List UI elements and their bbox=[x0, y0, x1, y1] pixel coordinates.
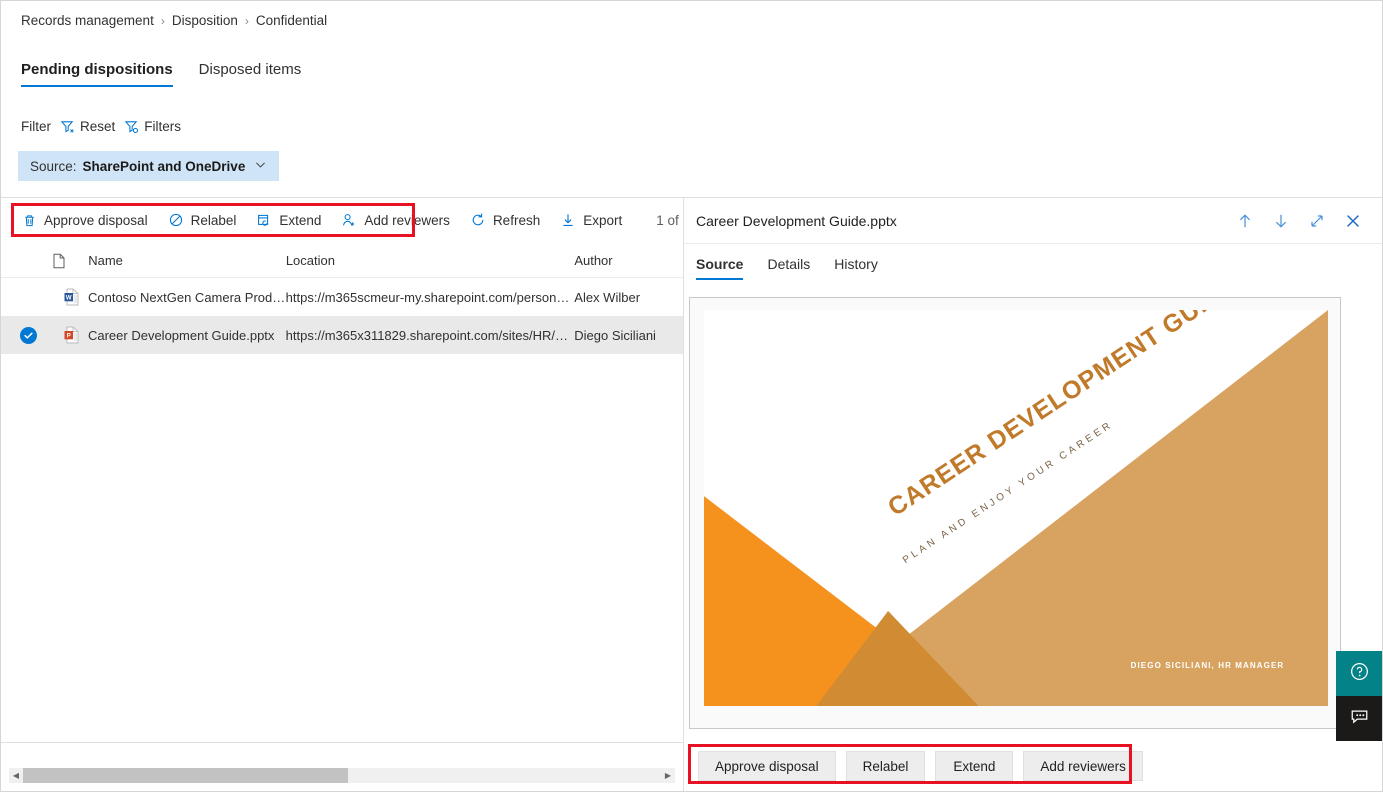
tab-disposed-items[interactable]: Disposed items bbox=[199, 61, 302, 87]
refresh-label: Refresh bbox=[492, 212, 541, 228]
add-reviewers-label: Add reviewers bbox=[364, 212, 450, 228]
previous-item-button[interactable] bbox=[1234, 210, 1256, 232]
detail-panel-footer: Approve disposal Relabel Extend Add revi… bbox=[698, 751, 1143, 781]
breadcrumb-separator-icon: › bbox=[160, 13, 165, 28]
file-name[interactable]: Contoso NextGen Camera Product Pla... bbox=[88, 290, 286, 305]
column-header-name[interactable]: Name bbox=[88, 253, 286, 268]
close-icon[interactable] bbox=[1342, 210, 1364, 232]
main-tab-bar: Pending dispositions Disposed items bbox=[21, 61, 301, 87]
approve-disposal-label: Approve disposal bbox=[44, 212, 148, 228]
extend-button[interactable]: Extend bbox=[935, 751, 1014, 781]
scroll-left-arrow-icon[interactable]: ◀ bbox=[9, 771, 23, 780]
breadcrumb-item-records-management[interactable]: Records management bbox=[21, 13, 154, 28]
table-row[interactable]: P Career Development Guide.pptx https://… bbox=[1, 316, 683, 354]
scrollbar-thumb[interactable] bbox=[23, 768, 349, 783]
filter-label: Filter bbox=[21, 119, 51, 134]
horizontal-scrollbar[interactable]: ◀ ▶ bbox=[9, 768, 675, 783]
checkmark-icon bbox=[19, 326, 37, 344]
refresh-button[interactable]: Refresh bbox=[460, 206, 550, 234]
relabel-button[interactable]: Relabel bbox=[845, 751, 926, 781]
row-checkbox[interactable] bbox=[1, 326, 55, 344]
approve-disposal-button[interactable]: Approve disposal bbox=[698, 751, 836, 781]
tab-pending-dispositions[interactable]: Pending dispositions bbox=[21, 61, 173, 87]
source-filter-dropdown[interactable]: Source: SharePoint and OneDrive bbox=[18, 151, 280, 181]
table-header-row: Name Location Author bbox=[1, 244, 683, 278]
detail-panel-tab-bar: Source Details History bbox=[696, 256, 1382, 280]
table-row[interactable]: W Contoso NextGen Camera Product Pla... … bbox=[1, 278, 683, 316]
command-bar: Approve disposal Relabel Extend Add revi… bbox=[15, 206, 744, 234]
column-header-location[interactable]: Location bbox=[286, 253, 575, 268]
next-item-button[interactable] bbox=[1270, 210, 1292, 232]
document-icon bbox=[1, 253, 88, 269]
relabel-button[interactable]: Relabel bbox=[158, 206, 247, 234]
file-author: Alex Wilber bbox=[574, 289, 641, 305]
tab-details[interactable]: Details bbox=[767, 256, 810, 280]
funnel-x-icon bbox=[60, 119, 75, 134]
dispositions-table: Name Location Author W Contoso NextGen C… bbox=[1, 244, 683, 759]
file-name[interactable]: Career Development Guide.pptx bbox=[88, 328, 286, 343]
export-label: Export bbox=[583, 212, 623, 228]
scrollbar-track[interactable] bbox=[23, 768, 661, 783]
breadcrumb-item-confidential[interactable]: Confidential bbox=[256, 13, 327, 28]
reset-filter-button[interactable]: Reset bbox=[60, 119, 115, 134]
funnel-gear-icon bbox=[124, 119, 139, 134]
tag-slash-icon bbox=[168, 212, 184, 228]
filter-bar: Filter Reset Filters bbox=[21, 119, 181, 134]
calendar-refresh-icon bbox=[256, 212, 272, 228]
word-document-icon: W bbox=[55, 288, 88, 306]
reset-label: Reset bbox=[80, 119, 116, 134]
breadcrumb-separator-icon: › bbox=[244, 13, 249, 28]
slide-author-line: DIEGO SICILIANI, HR MANAGER bbox=[1130, 661, 1285, 671]
file-location: https://m365scmeur-my.sharepoint.com/per… bbox=[285, 289, 575, 305]
scroll-right-arrow-icon[interactable]: ▶ bbox=[661, 771, 675, 780]
detail-panel-title: Career Development Guide.pptx bbox=[696, 212, 897, 229]
feedback-chat-icon bbox=[1349, 706, 1370, 732]
help-question-icon bbox=[1349, 661, 1370, 687]
chevron-down-icon bbox=[254, 158, 267, 174]
expand-icon[interactable] bbox=[1306, 210, 1328, 232]
table-bottom-divider bbox=[1, 742, 683, 743]
add-reviewers-button[interactable]: Add reviewers bbox=[331, 206, 460, 234]
add-reviewers-button[interactable]: Add reviewers bbox=[1023, 751, 1143, 781]
svg-text:P: P bbox=[67, 334, 71, 340]
approve-disposal-button[interactable]: Approve disposal bbox=[15, 206, 158, 234]
file-author: Diego Siciliani bbox=[574, 327, 656, 343]
slide-preview: CAREER DEVELOPMENT GUIDE PLAN AND ENJOY … bbox=[704, 310, 1328, 706]
help-button[interactable] bbox=[1336, 651, 1382, 696]
filters-label: Filters bbox=[144, 119, 182, 134]
download-icon bbox=[560, 212, 576, 228]
source-filter-value: SharePoint and OneDrive bbox=[82, 158, 246, 174]
trash-icon bbox=[22, 213, 37, 228]
refresh-icon bbox=[470, 212, 486, 228]
detail-panel-header: Career Development Guide.pptx bbox=[684, 198, 1382, 244]
svg-text:W: W bbox=[66, 296, 72, 302]
source-filter-label: Source: bbox=[30, 158, 77, 174]
breadcrumb-item-disposition[interactable]: Disposition bbox=[172, 13, 238, 28]
breadcrumb: Records management › Disposition › Confi… bbox=[21, 13, 327, 28]
document-preview-frame[interactable]: CAREER DEVELOPMENT GUIDE PLAN AND ENJOY … bbox=[689, 297, 1341, 729]
extend-label: Extend bbox=[279, 212, 322, 228]
extend-button[interactable]: Extend bbox=[246, 206, 331, 234]
file-location: https://m365x311829.sharepoint.com/sites… bbox=[285, 327, 575, 343]
filters-button[interactable]: Filters bbox=[124, 119, 181, 134]
relabel-label: Relabel bbox=[190, 212, 237, 228]
powerpoint-document-icon: P bbox=[55, 326, 88, 344]
export-button[interactable]: Export bbox=[550, 206, 632, 234]
tab-source[interactable]: Source bbox=[696, 256, 744, 280]
person-add-icon bbox=[341, 212, 357, 228]
detail-panel: Career Development Guide.pptx Source Det… bbox=[684, 198, 1382, 791]
tab-history[interactable]: History bbox=[834, 256, 878, 280]
feedback-button[interactable] bbox=[1336, 696, 1382, 741]
app-root: Records management › Disposition › Confi… bbox=[0, 0, 1383, 792]
detail-panel-actions bbox=[1234, 210, 1364, 232]
column-header-author[interactable]: Author bbox=[574, 253, 683, 268]
